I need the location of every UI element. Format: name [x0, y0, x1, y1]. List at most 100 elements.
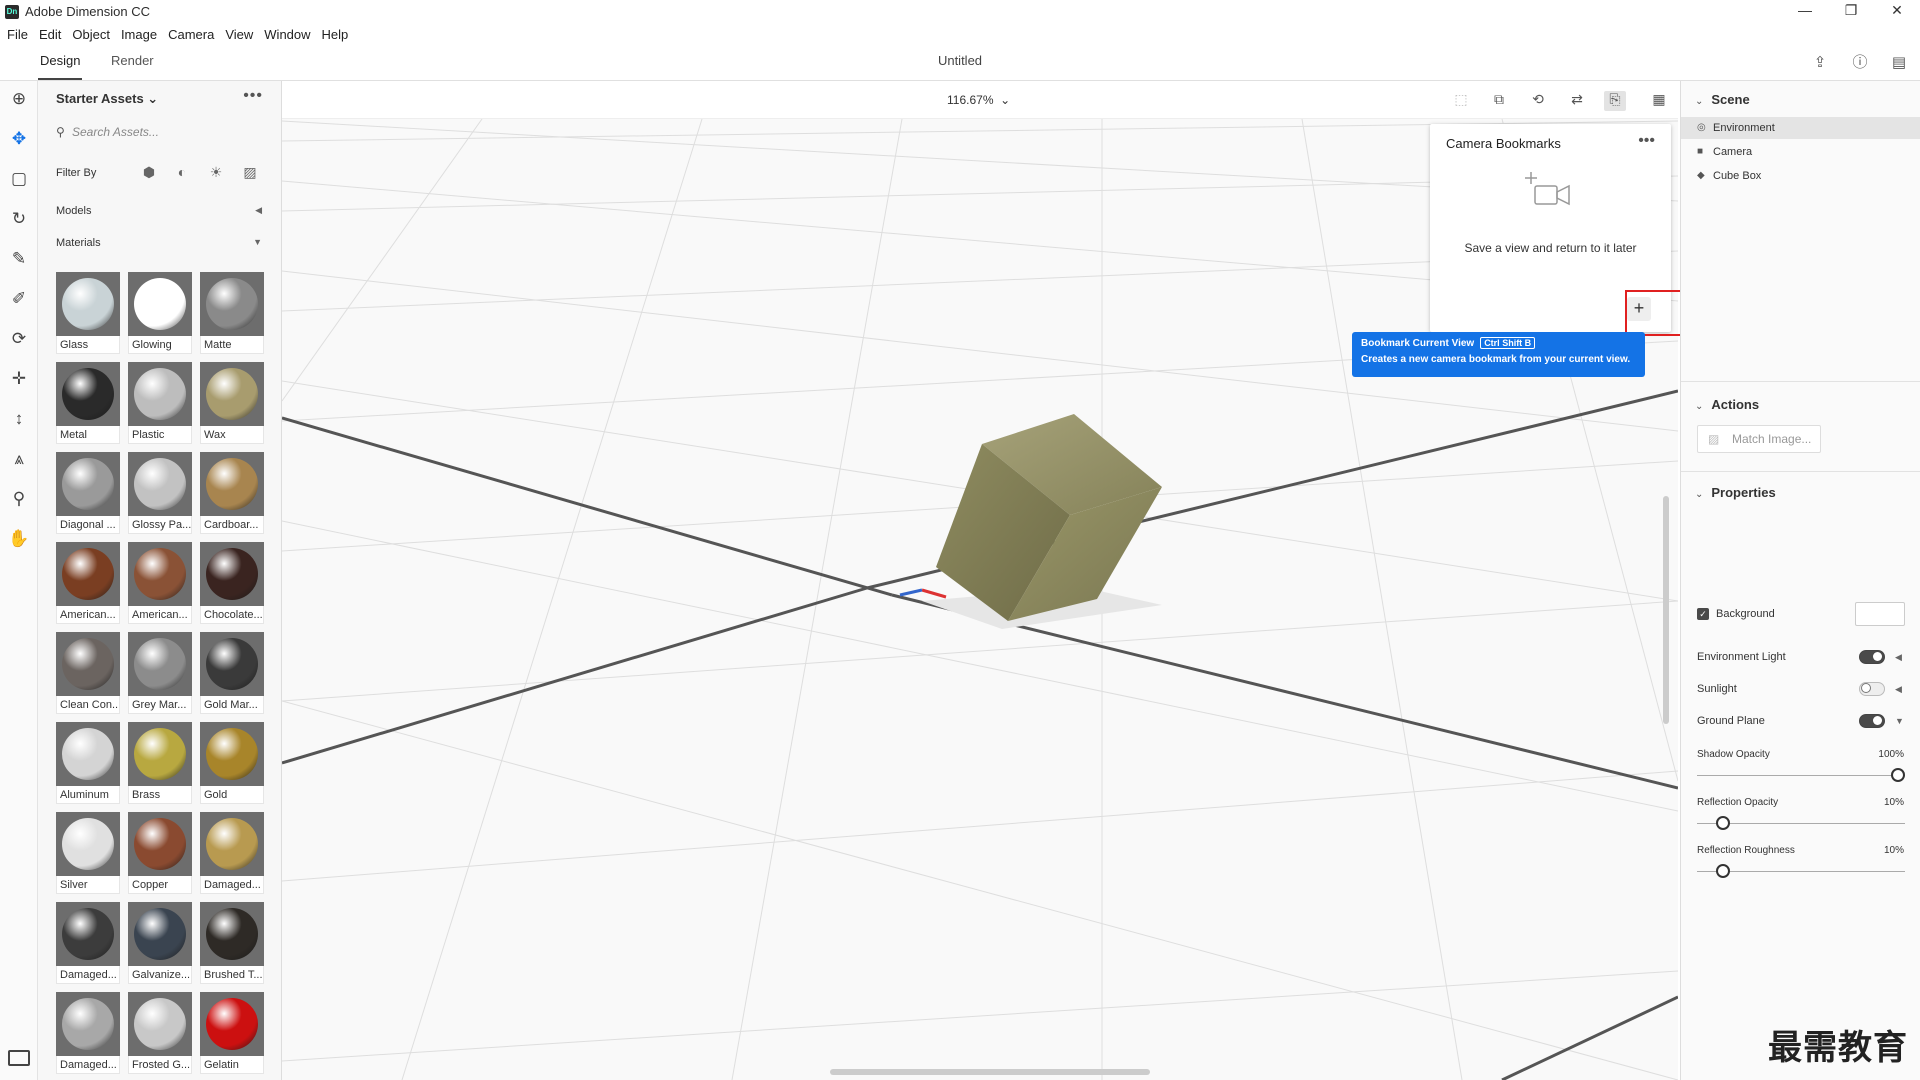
feedback-icon[interactable]: ▤ [1889, 53, 1909, 73]
move-tool-icon[interactable]: ▢ [7, 167, 31, 191]
tab-render[interactable]: Render [111, 53, 154, 68]
scene-item-cube-box[interactable]: ◆ Cube Box [1681, 165, 1920, 187]
help-icon[interactable]: ⓘ [1850, 53, 1870, 73]
materials-section[interactable]: Materials ▼ [56, 237, 262, 249]
camera-rotate-icon[interactable]: ⟲ [1527, 91, 1549, 111]
rotate-tool-icon[interactable]: ↻ [7, 207, 31, 231]
camera-bookmarks-icon[interactable]: ⎘ [1604, 91, 1626, 111]
menu-view[interactable]: View [225, 27, 253, 42]
viewport-horizontal-scrollbar[interactable] [830, 1069, 1150, 1075]
menu-edit[interactable]: Edit [39, 27, 61, 42]
material-tile[interactable]: Damaged... [56, 992, 120, 1074]
horizon-icon[interactable]: ⩓ [7, 447, 31, 471]
material-tile[interactable]: Gold [200, 722, 264, 804]
dolly-icon[interactable]: ↕ [7, 407, 31, 431]
material-tile[interactable]: Glossy Pa... [128, 452, 192, 534]
minimize-button[interactable]: — [1782, 0, 1828, 23]
material-tile[interactable]: Metal [56, 362, 120, 444]
camera-orbit-icon[interactable]: ⧉ [1488, 91, 1510, 111]
chevron-down-icon: ⌄ [1695, 489, 1704, 500]
reflection-roughness-slider[interactable] [1697, 864, 1905, 878]
filter-models-icon[interactable]: ⬢ [140, 164, 158, 182]
actions-header[interactable]: ⌄ Actions [1695, 397, 1759, 412]
material-tile[interactable]: Clean Con... [56, 632, 120, 714]
assets-more-icon[interactable]: ••• [243, 87, 263, 105]
histogram-icon[interactable]: ▦ [1648, 91, 1670, 111]
sampler-icon[interactable]: ✐ [7, 287, 31, 311]
material-tile[interactable]: Glass [56, 272, 120, 354]
panel-toggle-icon[interactable] [8, 1050, 30, 1066]
properties-header[interactable]: ⌄ Properties [1695, 485, 1776, 500]
restore-button[interactable]: ❐ [1828, 0, 1874, 23]
background-checkbox[interactable]: ✓ [1697, 608, 1709, 620]
material-tile[interactable]: Wax [200, 362, 264, 444]
material-tile[interactable]: Frosted G... [128, 992, 192, 1074]
orbit-icon[interactable]: ⟳ [7, 327, 31, 351]
material-tile[interactable]: Gold Mar... [200, 632, 264, 714]
environment-light-toggle[interactable] [1859, 650, 1885, 664]
camera-pan-icon[interactable]: ⇄ [1566, 91, 1588, 111]
material-tile[interactable]: Galvanize... [128, 902, 192, 984]
properties-panel: ⌄ Scene ◎ Environment ■ Camera ◆ Cube Box ⌄ A… [1680, 81, 1920, 1080]
search-input[interactable]: ⚲ Search Assets... [56, 125, 262, 147]
menu-file[interactable]: File [7, 27, 28, 42]
hand-icon[interactable]: ✋ [7, 527, 31, 551]
material-tile[interactable]: Matte [200, 272, 264, 354]
models-section[interactable]: Models ◀ [56, 205, 262, 217]
menu-window[interactable]: Window [264, 27, 310, 42]
filter-images-icon[interactable]: ▨ [241, 164, 259, 182]
add-icon[interactable]: ⊕ [7, 87, 31, 111]
material-tile[interactable]: Brushed T... [200, 902, 264, 984]
material-tile[interactable]: Gelatin [200, 992, 264, 1074]
menu-camera[interactable]: Camera [168, 27, 214, 42]
ground-plane-toggle[interactable] [1859, 714, 1885, 728]
slider-knob[interactable] [1716, 864, 1731, 878]
bookmarks-more-icon[interactable]: ••• [1638, 132, 1655, 150]
material-tile[interactable]: Damaged... [200, 812, 264, 894]
close-button[interactable]: ✕ [1874, 0, 1920, 23]
material-tile[interactable]: Grey Mar... [128, 632, 192, 714]
menu-help[interactable]: Help [322, 27, 349, 42]
material-tile[interactable]: Plastic [128, 362, 192, 444]
scene-header[interactable]: ⌄ Scene [1695, 92, 1750, 107]
material-tile[interactable]: Diagonal ... [56, 452, 120, 534]
chevron-left-icon[interactable]: ◀ [1895, 684, 1902, 695]
material-tile[interactable]: Copper [128, 812, 192, 894]
reflection-opacity-slider[interactable] [1697, 816, 1905, 830]
share-icon[interactable]: ⇪ [1810, 53, 1830, 73]
assets-title[interactable]: Starter Assets ⌄ [56, 91, 158, 107]
viewport-vertical-scrollbar[interactable] [1663, 496, 1669, 724]
menu-image[interactable]: Image [121, 27, 157, 42]
material-tile[interactable]: Silver [56, 812, 120, 894]
material-sphere [206, 278, 258, 330]
chevron-down-icon[interactable]: ▼ [1895, 716, 1904, 726]
material-preview [200, 722, 264, 786]
slider-knob[interactable] [1716, 816, 1731, 830]
material-tile[interactable]: Chocolate... [200, 542, 264, 624]
frame-icon[interactable]: ⬚ [1450, 91, 1472, 111]
background-color-swatch[interactable] [1855, 602, 1905, 626]
select-tool-icon[interactable]: ✥ [7, 127, 31, 151]
shadow-opacity-slider[interactable] [1697, 768, 1905, 782]
zoom-level[interactable]: 116.67% ⌄ [947, 93, 1010, 107]
magic-wand-icon[interactable]: ✎ [7, 247, 31, 271]
scene-item-environment[interactable]: ◎ Environment [1681, 117, 1920, 139]
material-tile[interactable]: Aluminum [56, 722, 120, 804]
material-tile[interactable]: Cardboar... [200, 452, 264, 534]
material-tile[interactable]: Damaged... [56, 902, 120, 984]
match-image-button[interactable]: ▨ Match Image... [1697, 425, 1821, 453]
filter-materials-icon[interactable]: ◐ [173, 164, 191, 182]
chevron-left-icon[interactable]: ◀ [1895, 652, 1902, 663]
pan-icon[interactable]: ✛ [7, 367, 31, 391]
tab-design[interactable]: Design [37, 53, 83, 80]
material-tile[interactable]: Glowing [128, 272, 192, 354]
material-tile[interactable]: Brass [128, 722, 192, 804]
menu-object[interactable]: Object [72, 27, 110, 42]
zoom-icon[interactable]: ⚲ [7, 487, 31, 511]
material-tile[interactable]: American... [128, 542, 192, 624]
filter-lights-icon[interactable]: ☀ [207, 164, 225, 182]
sunlight-toggle[interactable] [1859, 682, 1885, 696]
material-tile[interactable]: American... [56, 542, 120, 624]
slider-knob[interactable] [1891, 768, 1905, 782]
scene-item-camera[interactable]: ■ Camera [1681, 141, 1920, 163]
